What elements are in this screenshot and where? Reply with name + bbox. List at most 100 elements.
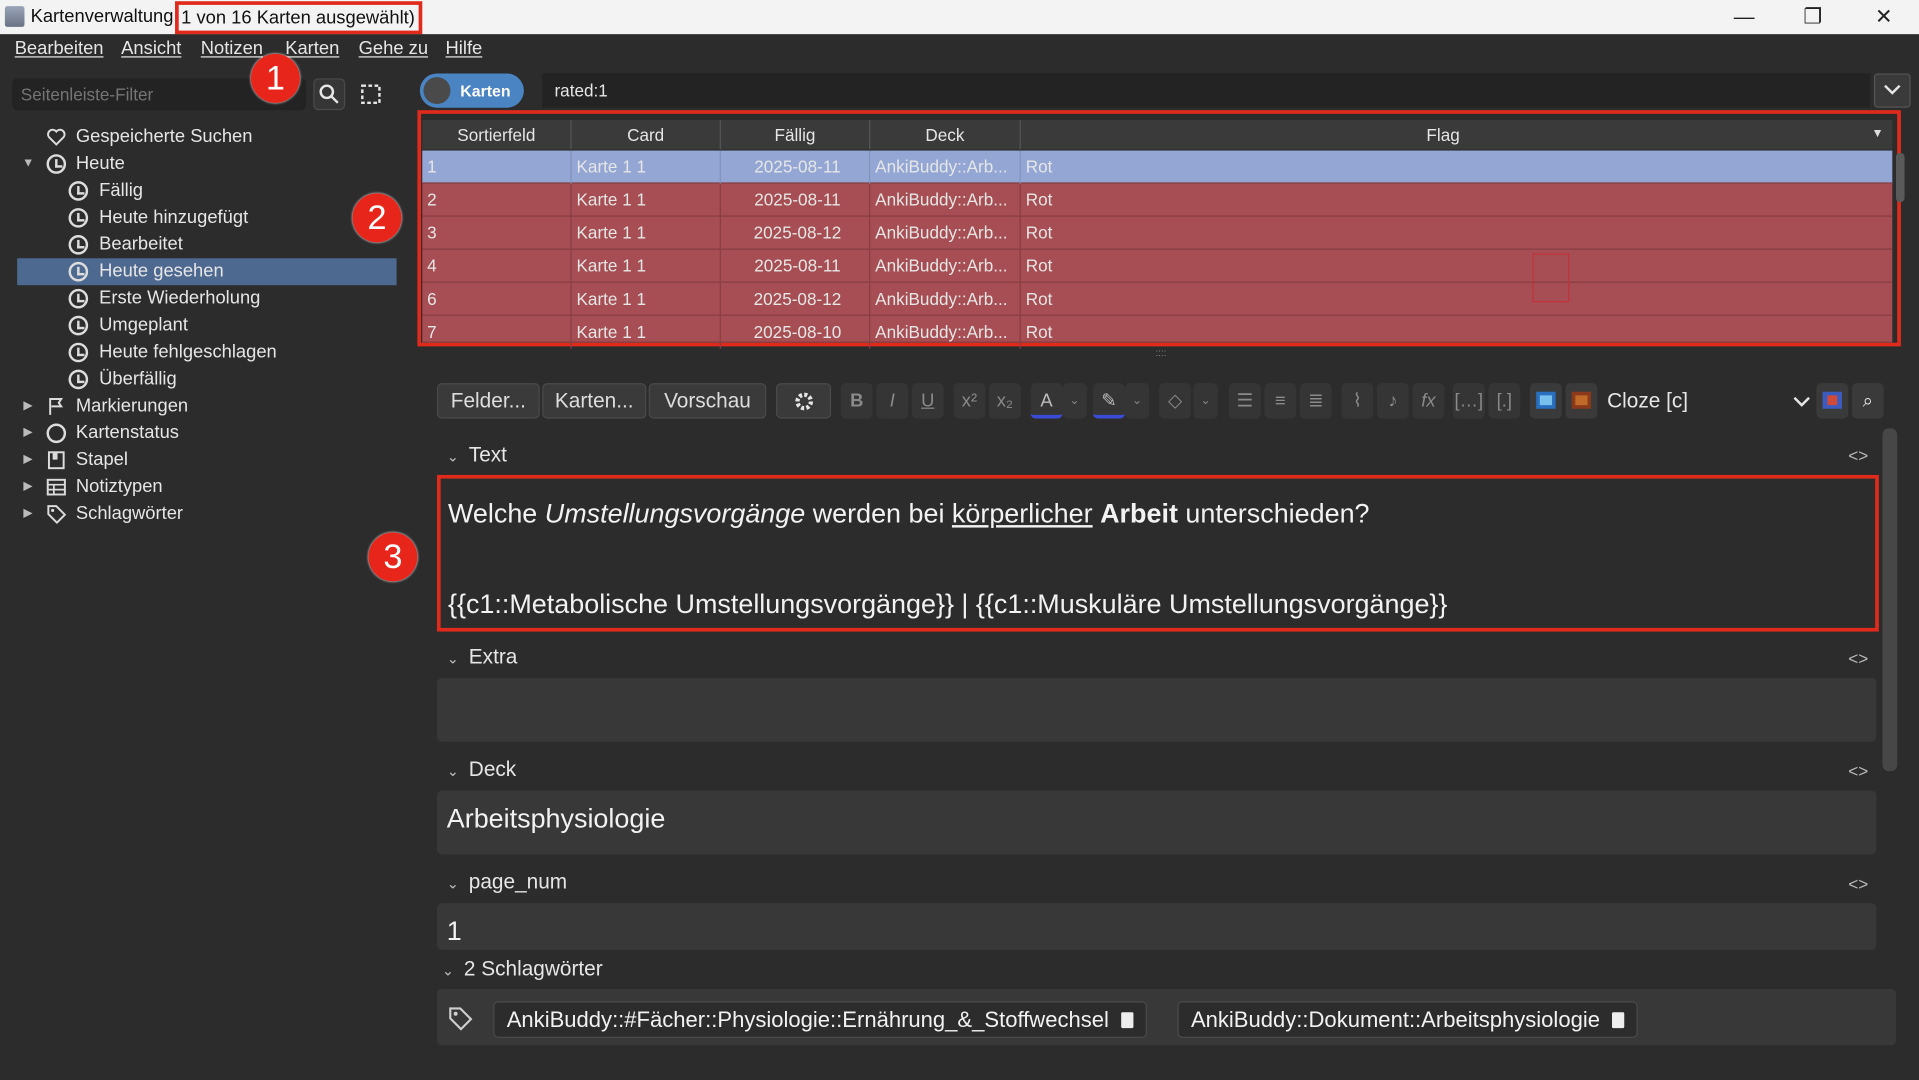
chevron-down-icon[interactable]: ⌄ (447, 875, 469, 892)
image-edit-icon[interactable] (1816, 383, 1849, 419)
attachment-icon[interactable]: ⌇ (1341, 383, 1374, 419)
field-header-extra[interactable]: ⌄ Extra (447, 645, 518, 669)
bold-icon[interactable]: B (840, 383, 873, 419)
chevron-right-icon[interactable]: ▶ (20, 474, 37, 501)
chevron-right-icon[interactable]: ▶ (20, 393, 37, 420)
select-area-icon[interactable] (355, 78, 387, 110)
column-header-card[interactable]: Card (572, 119, 721, 150)
formula-icon[interactable]: fx (1412, 383, 1445, 419)
column-header-sortfield[interactable]: Sortierfeld (422, 119, 572, 150)
tags-header[interactable]: ⌄ 2 Schlagwörter (442, 957, 603, 981)
menu-ansicht[interactable]: Ansicht (121, 38, 181, 59)
sidebar-item-note-types[interactable]: ▶ Notiztypen (17, 474, 396, 501)
table-row[interactable]: 1 Karte 1 1 2025-08-11 AnkiBuddy::Arb...… (422, 150, 1893, 184)
html-toggle-icon[interactable]: <> (1848, 446, 1868, 466)
cards-button[interactable]: Karten... (542, 383, 647, 419)
sidebar-item-first-review[interactable]: Erste Wiederholung (17, 285, 396, 312)
delete-tag-icon[interactable] (1612, 1012, 1625, 1029)
menu-bearbeiten[interactable]: Bearbeiten (15, 38, 104, 59)
chevron-down-icon[interactable]: ⌄ (1124, 383, 1150, 419)
chevron-down-icon[interactable]: ⌄ (447, 448, 469, 465)
column-header-due[interactable]: Fällig (721, 119, 871, 150)
chevron-right-icon[interactable]: ▶ (20, 501, 37, 528)
sidebar-item-due[interactable]: Fällig (17, 177, 396, 204)
search-icon[interactable] (313, 78, 346, 111)
sidebar-item-decks[interactable]: ▶ Stapel (17, 447, 396, 474)
minimize-button[interactable]: — (1720, 2, 1769, 31)
italic-icon[interactable]: I (876, 383, 909, 419)
chevron-down-icon[interactable]: ⌄ (442, 962, 464, 979)
column-header-deck[interactable]: Deck (870, 119, 1021, 150)
table-row[interactable]: 3 Karte 1 1 2025-08-12 AnkiBuddy::Arb...… (422, 216, 1893, 250)
subscript-icon[interactable]: x₂ (988, 383, 1021, 419)
unordered-list-icon[interactable]: ☰ (1228, 383, 1261, 419)
splitter-handle[interactable]: :::: (1155, 348, 1177, 358)
field-header-deck[interactable]: ⌄ Deck (447, 758, 516, 782)
align-icon[interactable]: ≣ (1299, 383, 1332, 419)
tag-chip[interactable]: AnkiBuddy::#Fächer::Physiologie::Ernähru… (493, 1001, 1147, 1038)
highlight-icon[interactable]: ✎ (1093, 383, 1125, 419)
html-toggle-icon[interactable]: <> (1848, 874, 1868, 894)
cloze-icon[interactable]: […] (1452, 383, 1485, 419)
browse-search-icon[interactable]: ⌕ (1851, 383, 1884, 419)
preview-button[interactable]: Vorschau (648, 383, 767, 419)
editor-scrollbar[interactable] (1882, 428, 1898, 772)
chevron-down-icon[interactable]: ⌄ (1193, 383, 1218, 419)
column-menu-icon[interactable]: ▼ (1871, 120, 1888, 149)
sidebar-item-today[interactable]: ▼ Heute (17, 151, 396, 178)
chevron-down-icon[interactable]: ⌄ (447, 763, 469, 780)
html-toggle-icon[interactable]: <> (1848, 649, 1868, 669)
column-header-flag[interactable]: Flag (1021, 120, 1866, 149)
menu-notizen[interactable]: Notizen (201, 38, 263, 59)
menu-karten[interactable]: Karten (285, 38, 339, 59)
page-num-field[interactable]: 1 (436, 903, 1877, 950)
eraser-icon[interactable]: ◇ (1159, 383, 1191, 419)
extra-field[interactable] (436, 678, 1877, 742)
sidebar-item-tags[interactable]: ▶ Schlagwörter (17, 501, 396, 528)
gear-icon[interactable] (776, 383, 832, 419)
menu-gehe-zu[interactable]: Gehe zu (359, 38, 428, 59)
cards-notes-toggle[interactable]: Karten (419, 73, 524, 108)
text-color-icon[interactable]: A (1030, 383, 1063, 419)
table-row[interactable]: 6 Karte 1 1 2025-08-12 AnkiBuddy::Arb...… (422, 282, 1893, 316)
notetype-selector[interactable]: Cloze [c] (1599, 383, 1816, 419)
chevron-down-icon[interactable]: ⌄ (447, 650, 469, 667)
chevron-down-icon[interactable] (1873, 73, 1911, 108)
sidebar-item-flags[interactable]: ▶ Markierungen (17, 393, 396, 420)
field-header-page-num[interactable]: ⌄ page_num (447, 870, 567, 894)
fields-button[interactable]: Felder... (436, 383, 540, 419)
menu-hilfe[interactable]: Hilfe (446, 38, 483, 59)
image-occlusion-icon[interactable] (1530, 383, 1562, 419)
delete-tag-icon[interactable] (1121, 1012, 1134, 1029)
superscript-icon[interactable]: x² (953, 383, 986, 419)
field-header-text[interactable]: ⌄ Text (447, 443, 507, 467)
text-field[interactable]: Welche Umstellungsvorgänge werden bei kö… (436, 474, 1879, 632)
table-row[interactable]: 4 Karte 1 1 2025-08-11 AnkiBuddy::Arb...… (422, 249, 1893, 283)
html-toggle-icon[interactable]: <> (1848, 761, 1868, 781)
deck-field[interactable]: Arbeitsphysiologie (436, 790, 1877, 855)
sidebar-item-overdue[interactable]: Überfällig (17, 366, 396, 393)
chevron-right-icon[interactable]: ▶ (20, 447, 37, 474)
addon-icon[interactable] (1565, 383, 1598, 419)
sidebar-item-rescheduled[interactable]: Umgeplant (17, 312, 396, 339)
sidebar-item-edited[interactable]: Bearbeitet (17, 231, 396, 258)
table-row[interactable]: 2 Karte 1 1 2025-08-11 AnkiBuddy::Arb...… (422, 183, 1893, 217)
close-button[interactable]: ✕ (1859, 2, 1908, 31)
microphone-icon[interactable]: ♪ (1377, 383, 1409, 419)
chevron-down-icon[interactable]: ▼ (20, 151, 37, 178)
ordered-list-icon[interactable]: ≡ (1264, 383, 1297, 419)
table-row[interactable]: 7 Karte 1 1 2025-08-10 AnkiBuddy::Arb...… (422, 315, 1893, 349)
underline-icon[interactable]: U (911, 383, 944, 419)
maximize-button[interactable]: ❐ (1788, 2, 1837, 31)
search-input[interactable]: rated:1 (542, 73, 1871, 108)
sidebar-item-card-state[interactable]: ▶ Kartenstatus (17, 420, 396, 447)
sidebar-item-saved-searches[interactable]: Gespeicherte Suchen (17, 124, 396, 151)
tag-chip[interactable]: AnkiBuddy::Dokument::Arbeitsphysiologie (1177, 1001, 1638, 1038)
sidebar-item-seen-today[interactable]: Heute gesehen (17, 258, 397, 286)
cloze-same-icon[interactable]: [.] (1488, 383, 1521, 419)
chevron-right-icon[interactable]: ▶ (20, 420, 37, 447)
chevron-down-icon[interactable]: ⌄ (1062, 383, 1087, 419)
sidebar-item-added-today[interactable]: Heute hinzugefügt (17, 204, 396, 231)
table-scrollbar[interactable] (1895, 153, 1905, 202)
sidebar-item-failed-today[interactable]: Heute fehlgeschlagen (17, 339, 396, 366)
